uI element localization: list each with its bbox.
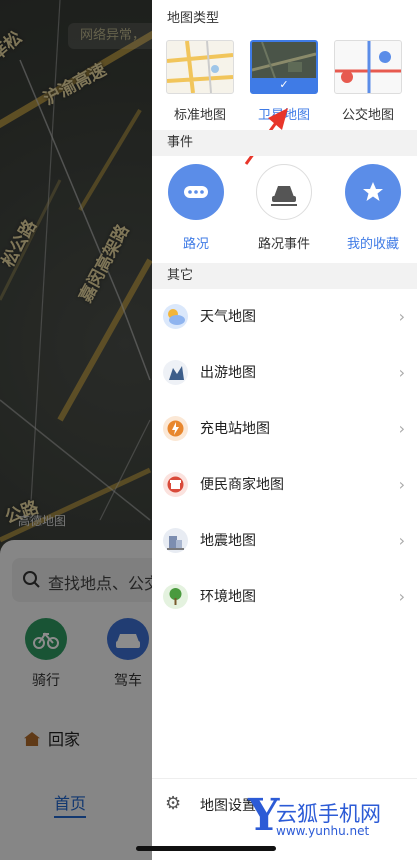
chevron-right-icon: ›: [398, 531, 405, 550]
charging-icon: [163, 416, 188, 441]
event-label: 路况事件: [257, 237, 310, 252]
event-favorites[interactable]: 我的收藏: [338, 164, 408, 252]
transit-map-thumbnail: [334, 40, 402, 94]
earthquake-icon: [163, 528, 188, 553]
map-type-transit[interactable]: 公交地图: [334, 40, 402, 123]
traffic-icon: [168, 164, 224, 220]
selected-check-icon: ✓: [252, 78, 316, 92]
other-row-shops[interactable]: 便民商家地图 ›: [152, 457, 417, 513]
event-traffic[interactable]: 路况: [161, 164, 231, 252]
other-row-travel[interactable]: 出游地图 ›: [152, 345, 417, 401]
event-traffic-incidents[interactable]: 路况事件: [249, 164, 319, 252]
chevron-right-icon: ›: [398, 419, 405, 438]
map-layers-drawer: 地图类型 标准地图 ✓ 卫星地图 公交地图 事件 路况: [152, 0, 417, 860]
environment-icon: [163, 584, 188, 609]
other-row-environment[interactable]: 环境地图 ›: [152, 569, 417, 625]
other-row-label: 充电站地图: [200, 421, 270, 437]
event-label: 我的收藏: [346, 237, 399, 252]
map-type-standard[interactable]: 标准地图: [166, 40, 234, 123]
other-row-label: 天气地图: [200, 309, 256, 325]
gear-icon: ⚙: [165, 793, 182, 814]
other-row-label: 出游地图: [200, 365, 256, 381]
section-title-map-type: 地图类型: [152, 6, 417, 32]
other-row-charging[interactable]: 充电站地图 ›: [152, 401, 417, 457]
shop-icon: [163, 472, 188, 497]
watermark-letter: Y: [248, 790, 280, 841]
chevron-right-icon: ›: [398, 475, 405, 494]
weather-icon: [163, 304, 188, 329]
section-title-other: 其它: [152, 263, 417, 289]
watermark-url: www.yunhu.net: [276, 824, 370, 838]
dim-overlay[interactable]: [0, 0, 152, 860]
map-type-label: 标准地图: [173, 108, 226, 123]
section-title-events: 事件: [152, 130, 417, 156]
event-label: 路况: [182, 237, 209, 252]
travel-icon: [163, 360, 188, 385]
other-row-earthquake[interactable]: 地震地图 ›: [152, 513, 417, 569]
satellite-map-thumbnail: ✓: [250, 40, 318, 94]
accident-icon: [256, 164, 312, 220]
chevron-right-icon: ›: [398, 307, 405, 326]
standard-map-thumbnail: [166, 40, 234, 94]
other-row-label: 地震地图: [200, 533, 256, 549]
chevron-right-icon: ›: [398, 587, 405, 606]
star-icon: [345, 164, 401, 220]
chevron-right-icon: ›: [398, 363, 405, 382]
other-row-label: 便民商家地图: [200, 477, 284, 493]
home-indicator[interactable]: [136, 846, 276, 851]
other-row-weather[interactable]: 天气地图 ›: [152, 289, 417, 345]
other-row-label: 环境地图: [200, 589, 256, 605]
map-type-label: 公交地图: [341, 108, 394, 123]
